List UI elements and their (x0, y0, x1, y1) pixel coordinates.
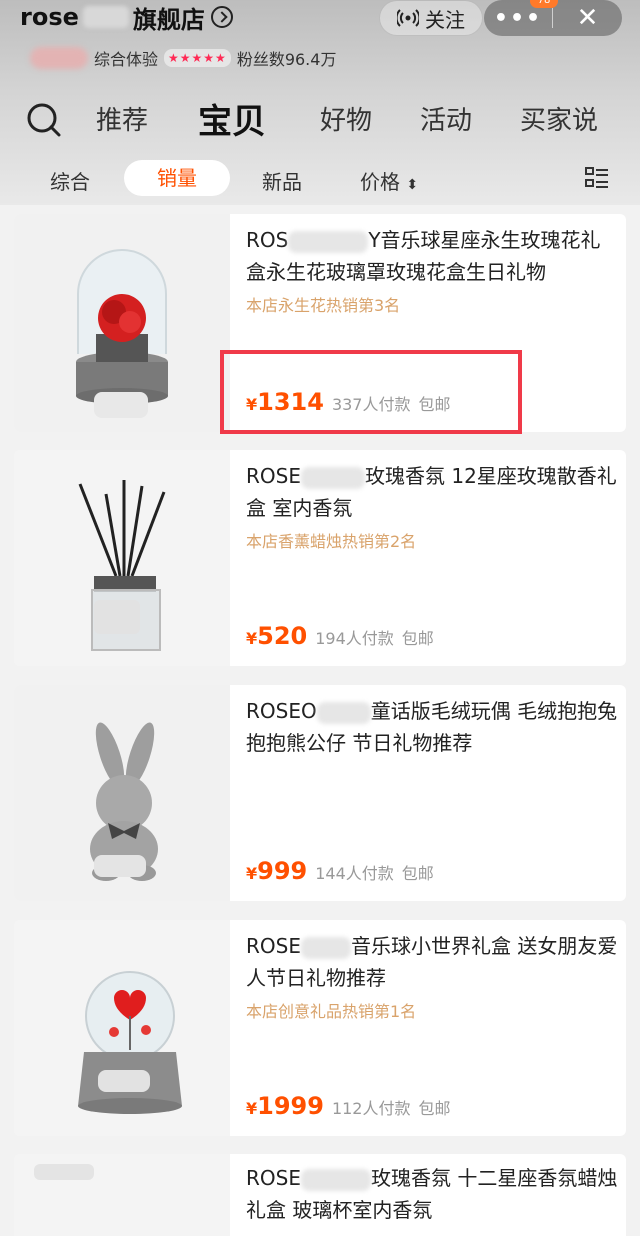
product-image[interactable] (14, 685, 230, 901)
price: 520 (257, 622, 308, 650)
product-title[interactable]: ROSE 玫瑰香氛 十二星座香氛蜡烛礼盒 玻璃杯室内香氛 (246, 1162, 618, 1226)
product-title[interactable]: ROS Y音乐球星座永生玫瑰花礼盒永生花玻璃罩玫瑰花盒生日礼物 (246, 224, 618, 288)
sort-bar: 综合 销量 新品 价格 ⬍ (0, 158, 640, 198)
currency-symbol: ¥ (246, 1099, 258, 1118)
search-icon[interactable] (26, 102, 62, 138)
redacted-text (300, 936, 351, 959)
redacted-text (288, 230, 369, 253)
price-row: ¥ 999 144人付款 包邮 (246, 857, 434, 885)
product-image[interactable] (14, 920, 230, 1136)
free-shipping-label: 包邮 (418, 1099, 451, 1118)
currency-symbol: ¥ (246, 864, 258, 883)
sort-price[interactable]: 价格 ⬍ (360, 166, 418, 195)
product-title[interactable]: ROSE 玫瑰香氛 12星座玫瑰散香礼盒 室内香氛 (246, 460, 618, 524)
price-row: ¥ 1999 112人付款 包邮 (246, 1092, 451, 1120)
sort-new[interactable]: 新品 (262, 166, 302, 195)
list-layout-icon[interactable] (585, 166, 609, 190)
product-image[interactable] (14, 450, 230, 666)
sort-price-label: 价格 (360, 170, 400, 194)
store-name-suffix: 旗舰店 (132, 5, 205, 34)
product-title-prefix: ROSEO (246, 699, 317, 723)
sales-count: 144人付款 (315, 864, 394, 883)
product-title-prefix: ROS (246, 228, 289, 252)
product-card[interactable]: ROSE 玫瑰香氛 十二星座香氛蜡烛礼盒 玻璃杯室内香氛 (14, 1154, 626, 1236)
redacted-text (300, 466, 365, 489)
candle-image (14, 1154, 230, 1236)
product-image[interactable] (14, 214, 230, 432)
product-title-prefix: ROSE (246, 464, 301, 488)
price-row: ¥ 520 194人付款 包邮 (246, 622, 434, 650)
product-image[interactable] (14, 1154, 230, 1236)
live-signal-icon (397, 9, 419, 27)
product-title-prefix: ROSE (246, 934, 301, 958)
sales-count: 194人付款 (315, 629, 394, 648)
sort-overall[interactable]: 综合 (50, 166, 90, 195)
follow-label: 关注 (425, 7, 465, 32)
redacted-text (300, 1168, 371, 1191)
rating-stars: ★★★★★ (164, 49, 231, 67)
sales-rank-badge: 本店永生花热销第3名 (246, 296, 401, 315)
close-button[interactable]: ✕ (553, 3, 622, 33)
tab-good-items[interactable]: 好物 (320, 100, 372, 137)
store-name-prefix: rose (20, 3, 79, 31)
fans-count: 粉丝数96.4万 (236, 50, 337, 69)
redacted-text (82, 6, 129, 28)
free-shipping-label: 包邮 (401, 629, 434, 648)
product-title-prefix: ROSE (246, 1166, 301, 1190)
sort-sales[interactable]: 销量 (124, 160, 230, 196)
product-title[interactable]: ROSEO 童话版毛绒玩偶 毛绒抱抱兔抱抱熊公仔 节日礼物推荐 (246, 695, 618, 759)
store-header: rose 旗舰店 关注 ••• ✕ 78 综合体验 ★★★★★ 粉丝数96.4万… (0, 0, 640, 205)
store-avatar (30, 47, 88, 69)
chevron-right-icon (210, 6, 233, 28)
tab-recommend[interactable]: 推荐 (96, 100, 148, 137)
rating-label: 综合体验 (94, 50, 159, 69)
price: 1999 (257, 1092, 324, 1120)
currency-symbol: ¥ (246, 629, 258, 648)
product-card[interactable]: ROSE 音乐球小世界礼盒 送女朋友爱人节日礼物推荐 本店创意礼品热销第1名 ¥ … (14, 920, 626, 1136)
snow-globe-image (14, 920, 230, 1136)
product-card[interactable]: ROSEO 童话版毛绒玩偶 毛绒抱抱兔抱抱熊公仔 节日礼物推荐 ¥ 999 144… (14, 685, 626, 901)
product-card[interactable]: ROSE 玫瑰香氛 12星座玫瑰散香礼盒 室内香氛 本店香薰蜡烛热销第2名 ¥ 5… (14, 450, 626, 666)
tab-products[interactable]: 宝贝 (198, 94, 266, 143)
tab-activities[interactable]: 活动 (420, 100, 472, 137)
store-nav-tabs: 推荐 宝贝 好物 活动 买家说 (0, 90, 640, 146)
price: 999 (257, 857, 308, 885)
sort-arrows-icon: ⬍ (406, 177, 419, 193)
price-highlight-box (220, 350, 522, 434)
plush-bunny-image (14, 685, 230, 901)
redacted-text (316, 701, 371, 724)
store-rating: 综合体验 ★★★★★ 粉丝数96.4万 (30, 46, 336, 70)
product-title[interactable]: ROSE 音乐球小世界礼盒 送女朋友爱人节日礼物推荐 (246, 930, 618, 994)
more-button[interactable]: ••• (484, 6, 552, 31)
store-title[interactable]: rose 旗舰店 (20, 2, 233, 34)
follow-button[interactable]: 关注 (379, 0, 483, 36)
sales-count: 112人付款 (331, 1099, 411, 1118)
rose-glass-dome-image (14, 214, 230, 432)
tab-buyer-reviews[interactable]: 买家说 (520, 100, 598, 137)
free-shipping-label: 包邮 (401, 864, 434, 883)
sales-rank-badge: 本店香薰蜡烛热销第2名 (246, 532, 417, 551)
notification-badge: 78 (530, 0, 558, 8)
reed-diffuser-image (14, 450, 230, 666)
sales-rank-badge: 本店创意礼品热销第1名 (246, 1002, 417, 1021)
